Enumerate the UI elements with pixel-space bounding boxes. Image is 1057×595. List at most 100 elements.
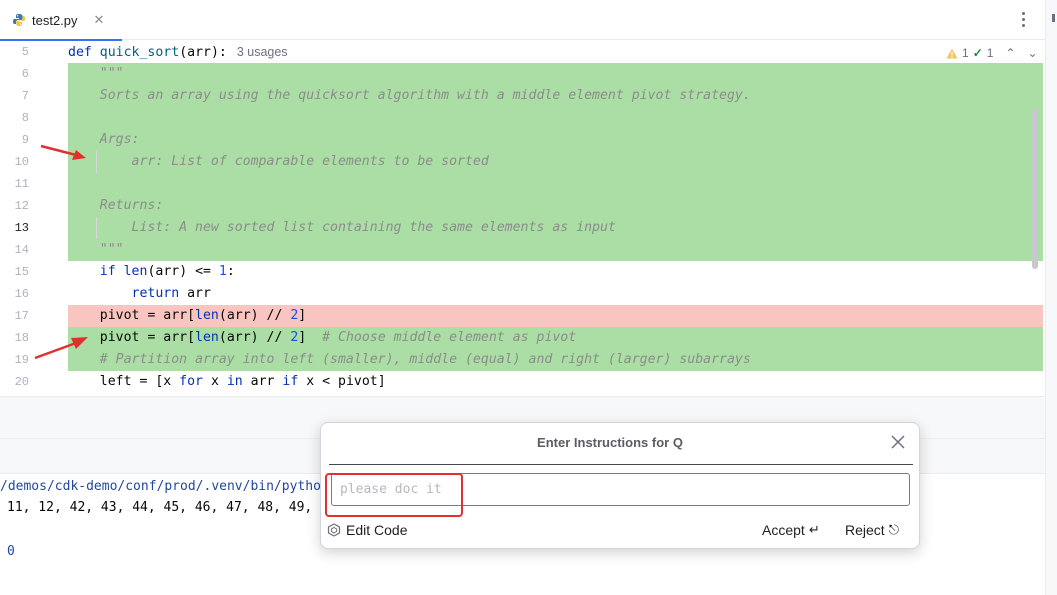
close-icon[interactable] — [888, 432, 908, 452]
line-number: 8 — [21, 111, 29, 125]
keyword: for — [179, 374, 203, 389]
code-text: arr — [242, 374, 283, 389]
builtin: len — [123, 264, 148, 279]
code-text: pivot = arr[ — [99, 330, 196, 345]
line-number: 14 — [14, 243, 29, 257]
code-line-9[interactable]: Args: — [68, 129, 1043, 151]
more-options-icon[interactable] — [1014, 9, 1032, 29]
line-number: 12 — [14, 199, 29, 213]
typo-check-icon: ✓ — [972, 46, 983, 60]
editor-tab-bar: test2.py ✕ — [0, 0, 1045, 41]
annotation-arrow-icon — [40, 144, 86, 160]
code-text: (arr) // — [218, 330, 291, 345]
code-line-18-added[interactable]: pivot = arr[len(arr) // 2] # Choose midd… — [68, 327, 1043, 349]
edit-code-text: Edit Code — [346, 522, 408, 538]
docstring: Sorts an array using the quicksort algor… — [99, 88, 751, 103]
indent-guide — [96, 151, 97, 173]
right-tool-strip — [1045, 0, 1057, 595]
indent-guide — [96, 217, 97, 239]
typo-count: 1 — [986, 46, 994, 60]
number-literal: 1 — [218, 264, 227, 279]
code-editor[interactable]: 5 6 7 8 9 10 11 12 13 14 15 16 17 18 19 … — [0, 41, 1045, 396]
code-line-8[interactable] — [68, 107, 1043, 129]
close-icon[interactable]: ✕ — [94, 12, 105, 28]
code-text: (arr) <= — [147, 264, 219, 279]
annotation-arrow-icon — [34, 337, 88, 360]
instructions-input[interactable] — [331, 473, 910, 506]
code-line-20[interactable]: left = [x for x in arr if x < pivot] — [68, 371, 1043, 393]
amazon-q-inline-dialog: Enter Instructions for Q Edit Code Accep… — [320, 422, 920, 549]
reject-button[interactable]: Reject ⎋ — [845, 521, 899, 539]
amazon-q-icon — [327, 523, 341, 537]
code-text: : — [226, 264, 235, 279]
builtin: len — [195, 308, 219, 323]
docstring: List: A new sorted list containing the s… — [99, 220, 616, 235]
line-number: 11 — [14, 177, 29, 191]
code-line-13[interactable]: List: A new sorted list containing the s… — [68, 217, 1043, 239]
keyword: def — [68, 45, 92, 60]
comment: # Partition array into left (smaller), m… — [99, 352, 751, 367]
chevron-up-icon[interactable]: ⌃ — [1005, 46, 1015, 60]
code-text: arr — [179, 286, 211, 301]
console-command: /demos/cdk-demo/conf/prod/.venv/bin/pyth… — [0, 479, 321, 494]
warning-icon — [946, 48, 958, 58]
comment: # Choose middle element as pivot — [322, 330, 577, 345]
line-number: 17 — [14, 309, 29, 323]
vertical-scrollbar[interactable] — [1032, 109, 1038, 269]
line-number-current: 13 — [14, 221, 29, 235]
code-text: ] — [298, 308, 307, 323]
keyword: if — [99, 264, 116, 279]
enter-key-icon: ↵ — [808, 522, 820, 538]
code-text: x — [203, 374, 227, 389]
tab-test2-py[interactable]: test2.py ✕ — [0, 0, 122, 41]
chevron-down-icon[interactable]: ⌄ — [1028, 46, 1038, 60]
edit-code-label: Edit Code — [327, 521, 407, 539]
inspection-widget[interactable]: 1 ✓ 1 ⌃ ⌄ — [940, 43, 1044, 63]
code-line-5[interactable]: def quick_sort(arr): 3 usages — [68, 41, 1043, 63]
line-number: 6 — [21, 67, 29, 81]
console-exit-code: 0 — [7, 544, 15, 559]
line-number: 15 — [14, 265, 29, 279]
dialog-title: Enter Instructions for Q — [537, 435, 683, 450]
line-number: 5 — [21, 45, 29, 59]
code-text: ] — [298, 330, 323, 345]
accept-button[interactable]: Accept ↵ — [762, 521, 820, 539]
code-line-14[interactable]: """ — [68, 239, 1043, 261]
code-text: pivot = arr[ — [99, 308, 196, 323]
builtin: len — [195, 330, 219, 345]
code-text: x < pivot] — [298, 374, 386, 389]
code-line-16[interactable]: return arr — [68, 283, 1043, 305]
keyword: in — [226, 374, 243, 389]
docstring: Args: — [99, 132, 140, 147]
line-number: 16 — [14, 287, 29, 301]
tool-window-icon[interactable] — [1052, 14, 1055, 22]
docstring: Returns: — [99, 198, 164, 213]
line-number: 7 — [21, 89, 29, 103]
tab-filename: test2.py — [32, 12, 78, 28]
keyword: if — [282, 374, 299, 389]
accept-label: Accept — [762, 522, 805, 538]
line-number: 20 — [14, 375, 29, 389]
code-text: (arr) // — [218, 308, 291, 323]
docstring: """ — [99, 66, 124, 81]
code-line-7[interactable]: Sorts an array using the quicksort algor… — [68, 85, 1043, 107]
code-text: (arr): — [179, 45, 227, 60]
keyword: return — [131, 286, 180, 301]
code-line-11[interactable] — [68, 173, 1043, 195]
code-line-15[interactable]: if len(arr) <= 1: — [68, 261, 1043, 283]
code-line-17-removed[interactable]: pivot = arr[len(arr) // 2] — [68, 305, 1043, 327]
console-output: 11, 12, 42, 43, 44, 45, 46, 47, 48, 49, — [7, 500, 313, 515]
code-line-19-added[interactable]: # Partition array into left (smaller), m… — [68, 349, 1043, 371]
escape-key-icon: ⎋ — [888, 522, 899, 538]
function-name: quick_sort — [99, 45, 180, 60]
python-icon — [13, 14, 25, 26]
code-line-12[interactable]: Returns: — [68, 195, 1043, 217]
docstring: """ — [99, 242, 124, 257]
code-text: left = [x — [99, 374, 180, 389]
reject-label: Reject — [845, 522, 885, 538]
warning-count: 1 — [962, 46, 969, 60]
code-line-10[interactable]: arr: List of comparable elements to be s… — [68, 151, 1043, 173]
dialog-divider — [329, 464, 913, 465]
code-line-6[interactable]: """ — [68, 63, 1043, 85]
usages-hint[interactable]: 3 usages — [237, 45, 288, 59]
